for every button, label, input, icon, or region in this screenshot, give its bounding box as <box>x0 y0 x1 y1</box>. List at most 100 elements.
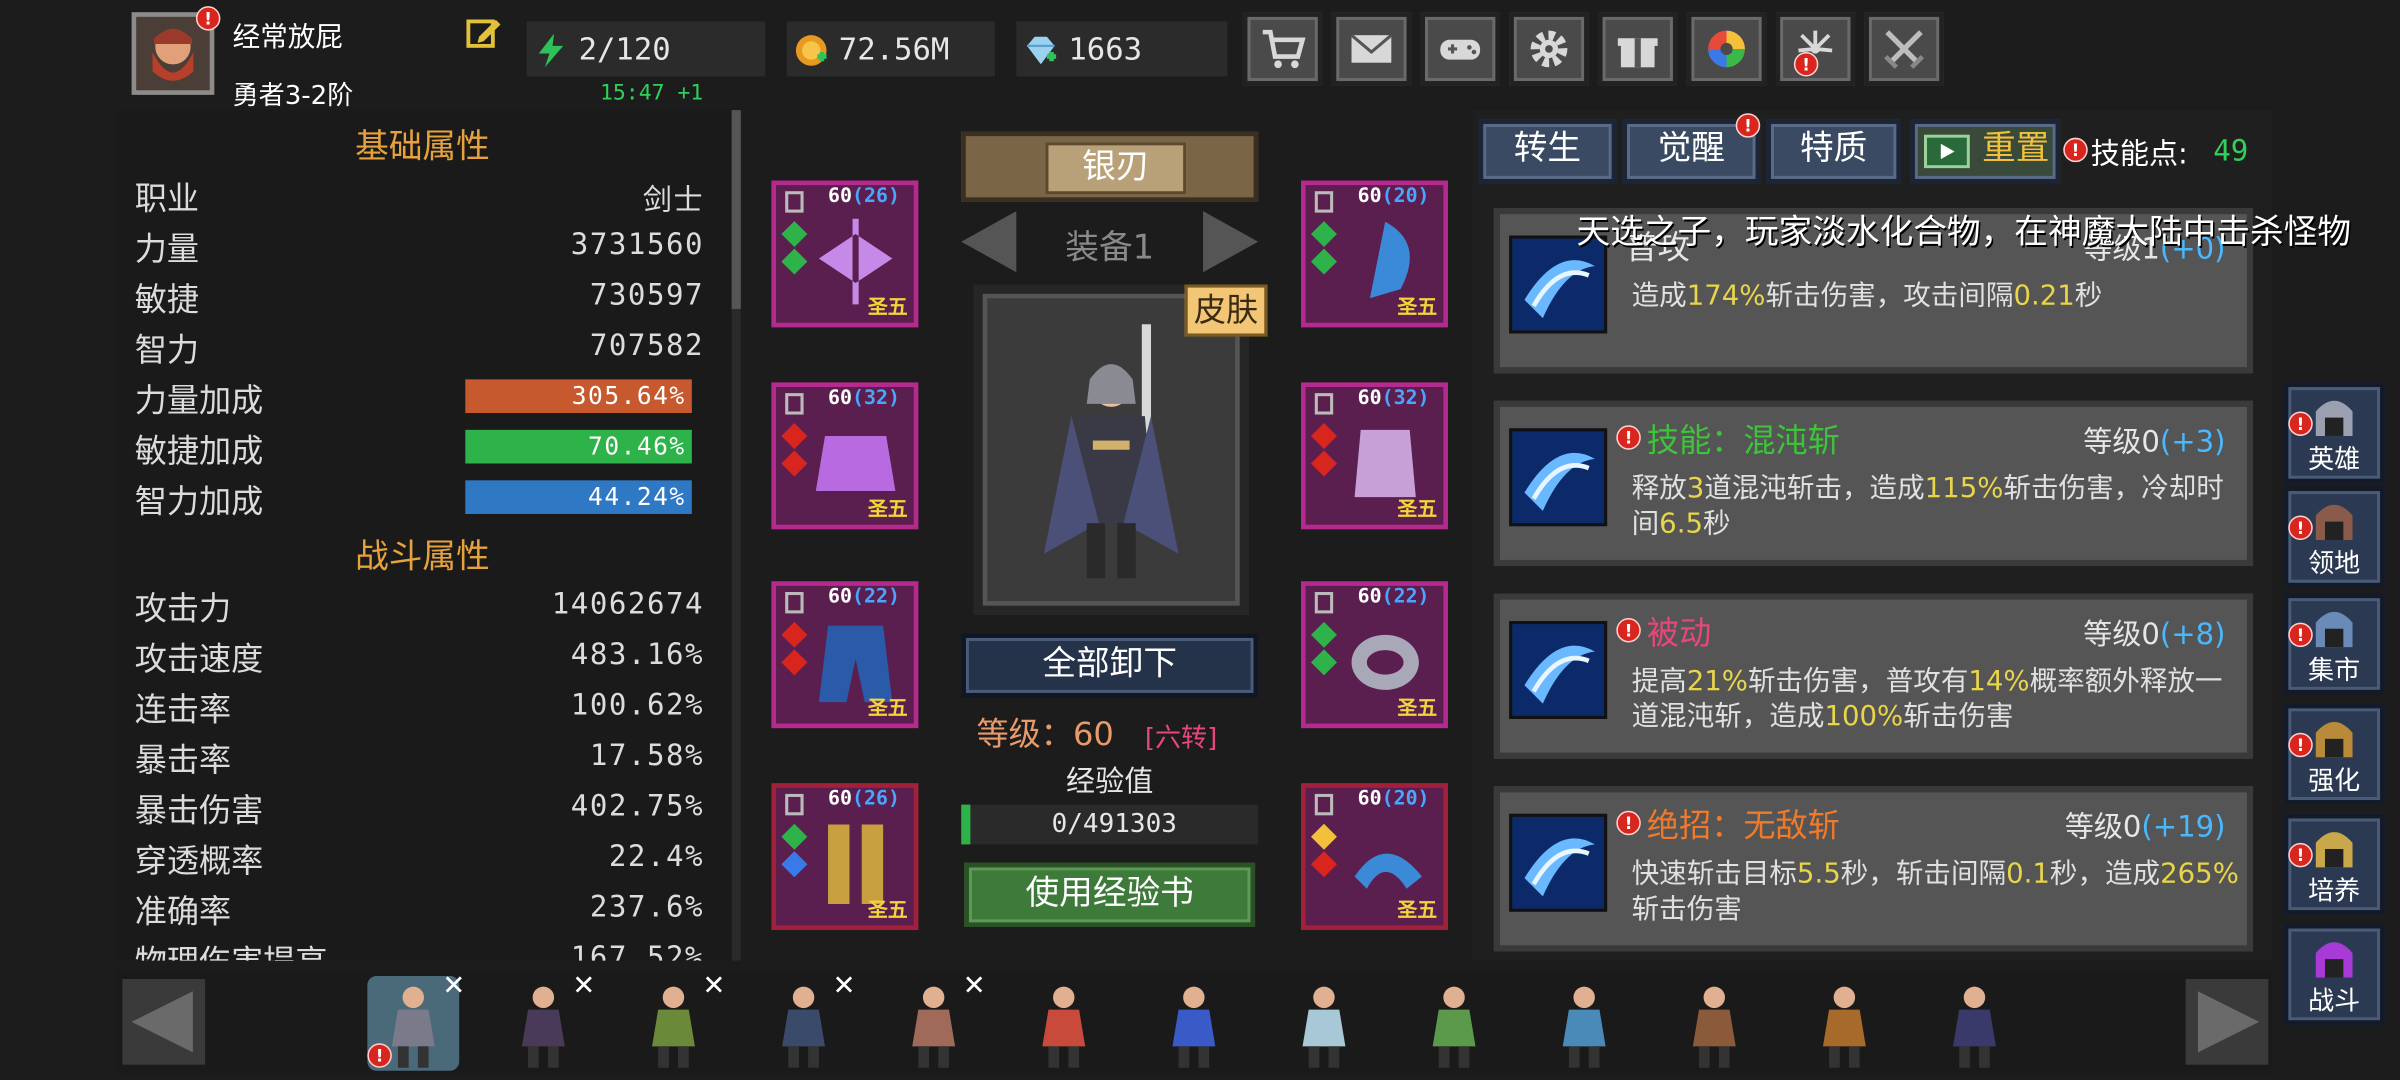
reset-button[interactable]: 重置 <box>1910 119 2061 184</box>
nav-label: 集市 <box>2308 656 2361 687</box>
tab-traits[interactable]: 特质 <box>1766 119 1902 184</box>
roster-hero[interactable]: ✕ <box>628 970 726 1071</box>
roster-hero[interactable] <box>1538 976 1630 1071</box>
skin-button[interactable]: 皮肤 <box>1184 284 1268 337</box>
stats-scrollbar[interactable] <box>731 110 741 961</box>
skill-level-bonus: (+3) <box>2159 425 2226 459</box>
avatar-alert-badge: ! <box>195 6 221 31</box>
roster-next-button[interactable] <box>2185 979 2269 1065</box>
unequip-all-button[interactable]: 全部卸下 <box>961 633 1259 698</box>
skill-text: 斩击伤害 <box>1631 893 1742 926</box>
skill-text: 秒，斩击间隔 <box>1840 858 2007 891</box>
nav-market[interactable]: ! 集市 <box>2283 593 2385 695</box>
nav-label: 英雄 <box>2308 445 2361 476</box>
gift-button[interactable] <box>1597 12 1678 86</box>
edit-name-icon[interactable] <box>465 15 502 52</box>
stat-row: 智力 707582 <box>135 323 704 373</box>
gloves-slot[interactable]: 60(32) 圣五 <box>1301 382 1448 530</box>
roster-hero[interactable]: ✕ <box>758 970 856 1071</box>
skill-value: 3 <box>1686 472 1705 505</box>
roster-hero[interactable] <box>1278 976 1370 1071</box>
lightning-icon <box>538 33 564 68</box>
color-wheel-button[interactable] <box>1686 12 1767 86</box>
stats-scroll-thumb[interactable] <box>731 110 741 309</box>
slot-enhance-value: (20) <box>1381 787 1430 811</box>
shop-button[interactable] <box>1242 12 1323 86</box>
nav-hero[interactable]: ! 英雄 <box>2283 382 2385 484</box>
bonus-label: 智力加成 <box>134 483 264 521</box>
gamepad-button[interactable] <box>1420 12 1500 86</box>
roster-hero[interactable] <box>1668 976 1760 1071</box>
roster-hero[interactable] <box>1408 976 1500 1071</box>
player-rank: 勇者3-2阶 <box>232 81 354 112</box>
roster-hero[interactable] <box>1148 976 1240 1071</box>
skill-level-bonus: (+19) <box>2141 810 2226 845</box>
nav-enhance[interactable]: ! 强化 <box>2283 703 2385 805</box>
use-exp-book-button[interactable]: 使用经验书 <box>964 862 1256 927</box>
weapon-name: 银刃 <box>1045 142 1187 195</box>
roster-hero[interactable]: ✕ <box>497 970 595 1071</box>
nav-territory[interactable]: ! 领地 <box>2283 486 2385 588</box>
color-wheel-icon <box>1708 30 1745 68</box>
skill-passive[interactable]: ! 被动 等级0(+8) 提高21%斩击伤害，普攻有14%概率额外释放一道混沌斩，造成… <box>1493 593 2254 759</box>
skill-icon <box>1509 813 1608 912</box>
hero-sprite <box>1692 986 1736 1068</box>
hero-sprite <box>1172 986 1216 1068</box>
basic-attributes-heading: 基础属性 <box>355 128 490 167</box>
combat-stat-row: 暴击伤害 402.75% <box>135 783 704 833</box>
skill-ultimate[interactable]: ! 绝招：无敌斩 等级0(+19) 快速斩击目标5.5秒，斩击间隔0.1秒，造成265… <box>1493 786 2254 952</box>
combat-attributes-heading: 战斗属性 <box>355 538 490 577</box>
slot-level-value: 60 <box>1357 185 1382 209</box>
combat-stat-label: 攻击力 <box>134 590 232 628</box>
roster-hero[interactable] <box>1798 976 1890 1071</box>
roster-hero[interactable]: ✕! <box>367 970 465 1071</box>
settings-button[interactable] <box>1509 12 1589 86</box>
firework-button[interactable] <box>1775 12 1856 86</box>
roster-hero[interactable]: ✕ <box>888 970 986 1071</box>
prev-set-arrow[interactable] <box>961 211 1017 273</box>
weapon-slot[interactable]: 60(26) 圣五 <box>771 180 919 328</box>
slot-level-value: 60 <box>1357 787 1382 811</box>
cart-icon <box>1262 29 1306 69</box>
combat-stat-label: 暴击伤害 <box>134 792 264 830</box>
skill-value: 21% <box>1686 665 1748 698</box>
deploy-mark-icon: ✕ <box>572 969 596 1002</box>
nav-label: 强化 <box>2308 766 2361 797</box>
skill-name: 被动 <box>1646 614 1712 652</box>
pants-slot[interactable]: 60(22) 圣五 <box>771 581 919 729</box>
mail-button[interactable] <box>1331 12 1412 86</box>
combat-stat-value: 14062674 <box>551 587 705 622</box>
lock-icon <box>1314 191 1334 213</box>
boots-slot[interactable]: 60(26) 圣五 <box>771 783 919 931</box>
gem-icon <box>781 649 808 676</box>
stat-value: 730597 <box>589 278 705 313</box>
stat-value: 剑士 <box>642 183 705 218</box>
tab-rebirth[interactable]: 转生 <box>1478 119 1617 184</box>
slot-level-value: 60 <box>828 387 853 410</box>
slot-enhance-value: (32) <box>852 387 900 410</box>
video-ad-icon <box>1923 134 1970 169</box>
stat-label: 智力 <box>134 331 199 369</box>
hero-alert-badge: ! <box>367 1043 392 1068</box>
armor-slot[interactable]: 60(32) 圣五 <box>771 382 919 530</box>
nav-cultivate[interactable]: ! 培养 <box>2283 813 2385 915</box>
skill-chaos-slash[interactable]: ! 技能：混沌斩 等级0(+3) 释放3道混沌斩击，造成115%斩击伤害，冷却时间6.… <box>1493 400 2254 566</box>
next-set-arrow[interactable] <box>1203 211 1259 273</box>
bonus-bar: 70.46% <box>465 429 692 464</box>
roster-hero[interactable] <box>1018 976 1110 1071</box>
ring-slot[interactable]: 60(22) 圣五 <box>1301 581 1448 729</box>
bracelet-slot[interactable]: 60(20) 圣五 <box>1301 783 1448 931</box>
bonus-label: 力量加成 <box>134 382 264 420</box>
weapon-name-banner: 银刃 <box>961 131 1259 202</box>
stat-value: 707582 <box>589 328 705 363</box>
hero-sprite <box>1562 986 1606 1068</box>
nav-battle[interactable]: 战斗 <box>2283 923 2385 1025</box>
roster-hero[interactable] <box>1929 976 2021 1071</box>
battle-button[interactable] <box>1864 12 1944 86</box>
necklace-slot[interactable]: 60(20) 圣五 <box>1301 180 1448 328</box>
slot-level: 60(32) <box>828 387 900 410</box>
rebirth-tier: [六转] <box>1144 723 1218 755</box>
gold-value: 72.56M <box>838 30 950 68</box>
skill-level: 等级0(+19) <box>2065 805 2226 846</box>
roster-prev-button[interactable] <box>122 979 206 1065</box>
